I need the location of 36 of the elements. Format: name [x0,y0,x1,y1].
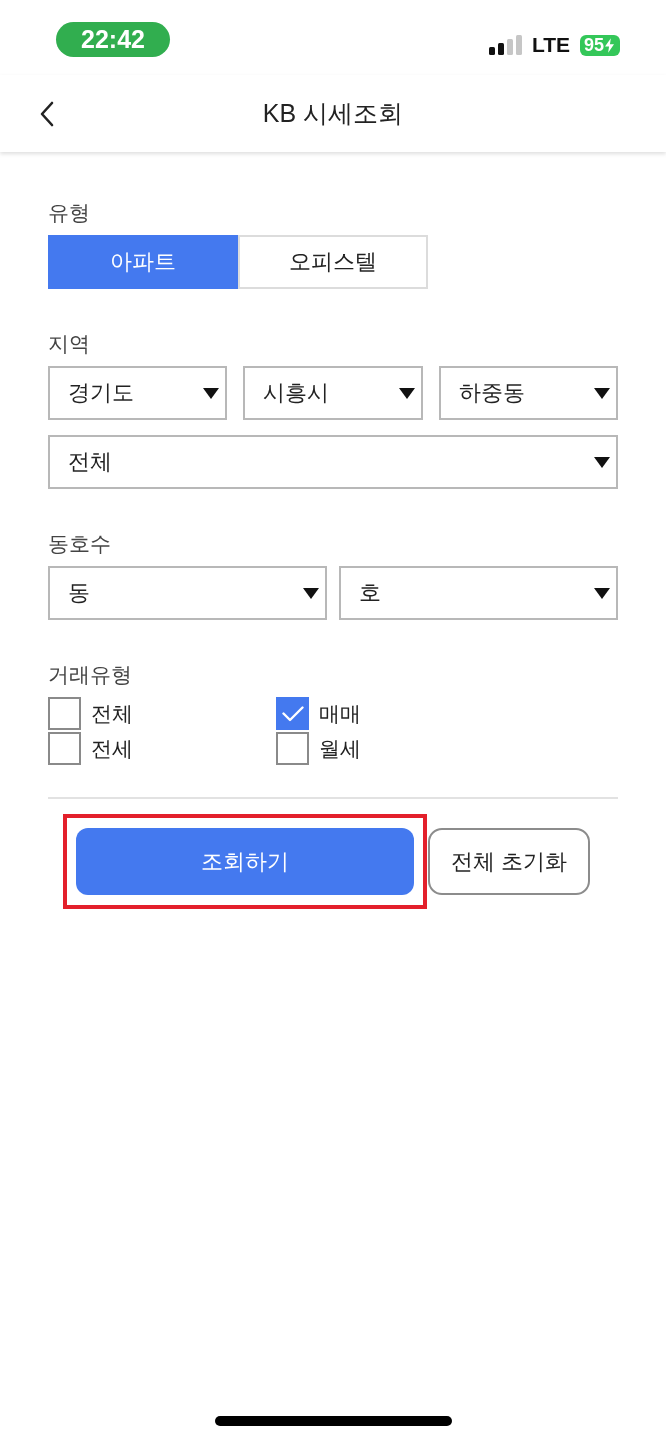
checkbox[interactable] [48,697,81,730]
caret-icon [303,587,319,599]
search-button[interactable]: 조회하기 [76,828,414,895]
section-label: 지역 [48,332,91,356]
caret-icon [594,587,610,599]
caret-icon [594,387,610,399]
dropdown[interactable]: 호 [339,566,618,620]
back-icon[interactable] [40,100,54,127]
caret-icon [203,387,220,399]
checkbox[interactable] [48,732,81,765]
caret-icon [594,456,610,468]
check-icon [281,705,304,722]
time-indicator: 22:42 [56,22,170,57]
checkbox[interactable] [276,732,309,765]
segment-tab[interactable]: 아파트 [48,235,238,289]
checkbox-label: 매매 [319,700,361,727]
section-label: 거래유형 [48,663,133,687]
network-label: LTE [531,34,570,56]
checkbox-label: 전체 [91,700,133,727]
dropdown[interactable]: 경기도 [48,366,228,420]
segment-tab[interactable]: 오피스텔 [238,235,428,289]
checkbox[interactable] [276,697,309,730]
dropdown[interactable]: 전체 [48,435,618,489]
battery-percent: 95 [584,34,604,56]
reset-button[interactable]: 전체 초기화 [428,828,590,895]
dropdown[interactable]: 시흥시 [243,366,423,420]
caret-icon [398,387,415,399]
checkbox-label: 전세 [91,735,133,762]
checkbox-label: 월세 [319,735,361,762]
dropdown[interactable]: 하중동 [438,366,618,420]
signal-icon [488,35,523,55]
dropdown[interactable]: 동 [48,566,327,620]
bolt-icon [605,37,614,53]
page-title: KB 시세조회 [261,98,405,129]
section-label: 유형 [48,201,91,225]
section-label: 동호수 [48,532,112,556]
